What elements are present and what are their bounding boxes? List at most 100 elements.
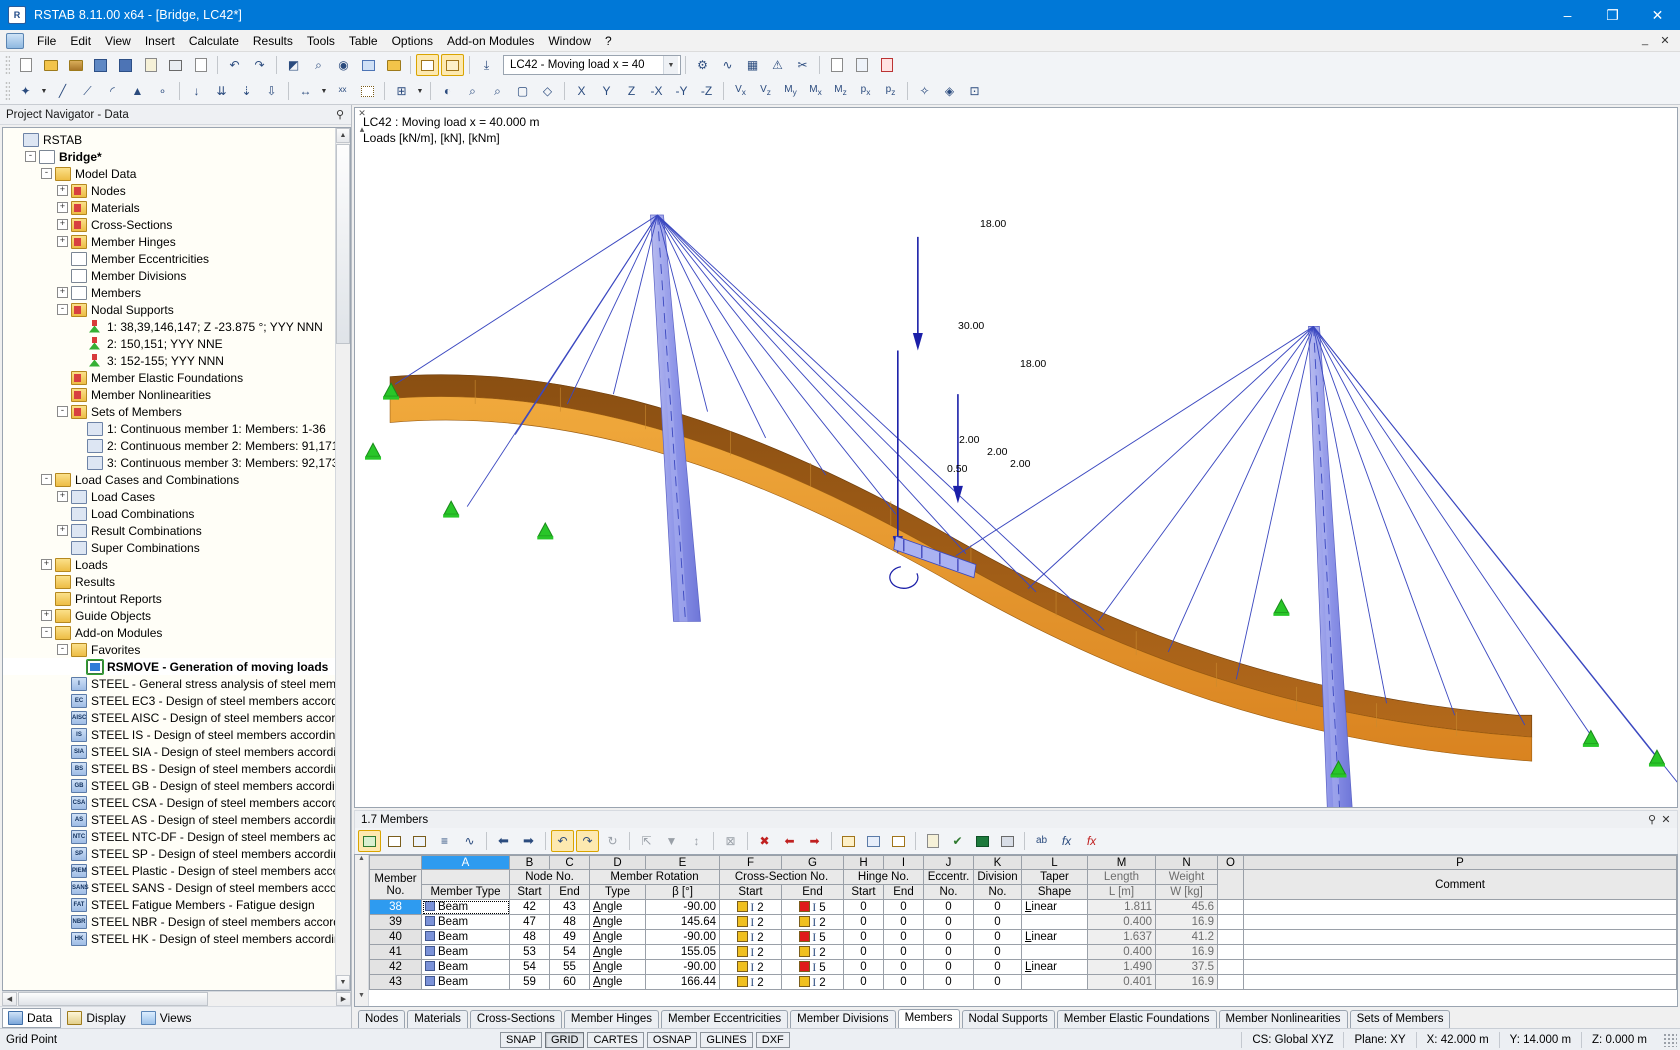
axis-y-icon[interactable]: Y: [595, 80, 618, 102]
tree-item-steel-sp-design-of-steel-members-accordi[interactable]: SP STEEL SP - Design of steel members acc…: [3, 845, 350, 862]
tree-item-steel-nbr-design-of-steel-members-accord[interactable]: NBR STEEL NBR - Design of steel members a…: [3, 913, 350, 930]
tree-item-steel-ntc-df-design-of-steel-members-acc[interactable]: NTC STEEL NTC-DF - Design of steel member…: [3, 828, 350, 845]
rotate-view-icon[interactable]: ◉: [332, 54, 355, 76]
member-hinge-icon[interactable]: ∘: [151, 80, 174, 102]
table-tab-member-eccentricities[interactable]: Member Eccentricities: [661, 1010, 789, 1028]
tree-item-steel-aisc-design-of-steel-members-accor[interactable]: AISC STEEL AISC - Design of steel members…: [3, 709, 350, 726]
calculator-icon[interactable]: [996, 830, 1019, 852]
cell-member-no[interactable]: 39: [369, 914, 422, 930]
menu-item-tools[interactable]: Tools: [300, 31, 342, 51]
col-letter-d[interactable]: D: [589, 855, 646, 870]
tree-item-member-elastic-foundations[interactable]: Member Elastic Foundations: [3, 369, 350, 386]
grid-vertical-scrollbar[interactable]: ▲ ▼: [355, 855, 369, 1006]
table-tab-member-divisions[interactable]: Member Divisions: [790, 1010, 896, 1028]
show-grid-table-icon[interactable]: [441, 54, 464, 76]
load-case-combo[interactable]: LC42 - Moving load x = 40 ▼: [503, 55, 681, 75]
cell-cs-start[interactable]: I2: [719, 974, 782, 990]
cell-comment[interactable]: [1243, 974, 1677, 990]
expand-icon[interactable]: +: [57, 525, 68, 536]
cell-blank-o[interactable]: [1217, 929, 1244, 945]
cell-eccentricity-no[interactable]: 0: [923, 944, 974, 960]
collapse-icon[interactable]: -: [57, 406, 68, 417]
tree-item-member-nonlinearities[interactable]: Member Nonlinearities: [3, 386, 350, 403]
tree-item-loads[interactable]: + Loads: [3, 556, 350, 573]
printout-icon[interactable]: [850, 54, 873, 76]
surface-load-icon[interactable]: ⇣: [235, 80, 258, 102]
cell-cs-end[interactable]: I5: [781, 929, 844, 945]
tree-item-1-38-39-146-147-z-23-875-yyy-nnn[interactable]: 1: 38,39,146,147; Z -23.875 °; YYY NNN: [3, 318, 350, 335]
results-settings-icon[interactable]: ⚙: [691, 54, 714, 76]
tree-item-member-hinges[interactable]: + Member Hinges: [3, 233, 350, 250]
show-tables-icon[interactable]: [416, 54, 439, 76]
expand-icon[interactable]: +: [57, 491, 68, 502]
menu-item-table[interactable]: Table: [342, 31, 385, 51]
cell-eccentricity-no[interactable]: 0: [923, 914, 974, 930]
cell-member-type[interactable]: Beam: [421, 914, 510, 930]
member-line-icon[interactable]: ╱: [51, 80, 74, 102]
cell-node-start[interactable]: 53: [509, 944, 550, 960]
chevron-down-icon[interactable]: ▼: [318, 80, 330, 102]
dimension-icon[interactable]: ↔: [294, 80, 317, 102]
cell-hinge-start[interactable]: 0: [843, 944, 884, 960]
nodal-support-icon[interactable]: ▲: [126, 80, 149, 102]
table-tab-members[interactable]: Members: [897, 1009, 960, 1028]
zoom-select-icon[interactable]: ⌕: [307, 54, 330, 76]
import-model-icon[interactable]: [89, 54, 112, 76]
mdi-minimize-button[interactable]: _: [1636, 34, 1654, 47]
tree-item-steel-fatigue-members-fatigue-design[interactable]: FAT STEEL Fatigue Members - Fatigue desig…: [3, 896, 350, 913]
cell-rotation-beta[interactable]: -90.00: [645, 959, 720, 975]
cell-member-no[interactable]: 43: [369, 974, 422, 990]
cell-eccentricity-no[interactable]: 0: [923, 929, 974, 945]
navigator-horizontal-scrollbar[interactable]: ◀ ▶: [2, 991, 351, 1006]
results-vx-icon[interactable]: Vx: [729, 80, 752, 102]
new-document-icon[interactable]: [14, 54, 37, 76]
expand-icon[interactable]: +: [57, 202, 68, 213]
expand-icon[interactable]: +: [57, 185, 68, 196]
axis-z-icon[interactable]: Z: [620, 80, 643, 102]
cell-length[interactable]: 0.400: [1087, 944, 1156, 960]
load-case-new-icon[interactable]: ⤓: [475, 54, 498, 76]
axis-x-icon[interactable]: X: [570, 80, 593, 102]
edit-table-icon[interactable]: [358, 830, 381, 852]
redo-icon[interactable]: ↷: [248, 54, 271, 76]
cell-cs-start[interactable]: I2: [719, 929, 782, 945]
col-letter-g[interactable]: G: [781, 855, 844, 870]
menu-item-view[interactable]: View: [98, 31, 138, 51]
cell-taper-shape[interactable]: [1021, 914, 1088, 930]
sort-icon[interactable]: ↕: [685, 830, 708, 852]
tree-item-steel-gb-design-of-steel-members-accordi[interactable]: GB STEEL GB - Design of steel members acc…: [3, 777, 350, 794]
tree-item-nodal-supports[interactable]: - Nodal Supports: [3, 301, 350, 318]
cell-division-no[interactable]: 0: [973, 959, 1022, 975]
tree-item-load-cases[interactable]: + Load Cases: [3, 488, 350, 505]
tree-item-steel-is-design-of-steel-members-accordi[interactable]: IS STEEL IS - Design of steel members acc…: [3, 726, 350, 743]
menu-item-edit[interactable]: Edit: [63, 31, 98, 51]
col-letter-f[interactable]: F: [719, 855, 782, 870]
tree-item-2-continuous-member-2-members-91-171-172[interactable]: 2: Continuous member 2: Members: 91,171,…: [3, 437, 350, 454]
cell-hinge-end[interactable]: 0: [883, 944, 924, 960]
cell-taper-shape[interactable]: [1021, 944, 1088, 960]
cell-comment[interactable]: [1243, 929, 1677, 945]
cell-member-type[interactable]: Beam: [421, 959, 510, 975]
cell-rotation-type[interactable]: Angle: [589, 959, 646, 975]
tree-item-steel-ec3-design-of-steel-members-accord[interactable]: EC STEEL EC3 - Design of steel members ac…: [3, 692, 350, 709]
tree-item-add-on-modules[interactable]: - Add-on Modules: [3, 624, 350, 641]
tree-item-3-continuous-member-3-members-92-173-174[interactable]: 3: Continuous member 3: Members: 92,173,…: [3, 454, 350, 471]
cell-length[interactable]: 1.490: [1087, 959, 1156, 975]
tree-item-favorites[interactable]: - Favorites: [3, 641, 350, 658]
cell-division-no[interactable]: 0: [973, 944, 1022, 960]
collapse-icon[interactable]: -: [41, 168, 52, 179]
render-model-icon[interactable]: ◩: [282, 54, 305, 76]
cut-view-icon[interactable]: ✂: [791, 54, 814, 76]
menu-item-addon-modules[interactable]: Add-on Modules: [440, 31, 541, 51]
expand-icon[interactable]: +: [57, 236, 68, 247]
col-letter-j[interactable]: J: [923, 855, 974, 870]
collapse-icon[interactable]: -: [41, 474, 52, 485]
table-tab-cross-sections[interactable]: Cross-Sections: [469, 1010, 562, 1028]
table-tab-member-elastic-foundations[interactable]: Member Elastic Foundations: [1056, 1010, 1217, 1028]
chevron-down-icon[interactable]: ▼: [414, 80, 426, 102]
col-letter-o[interactable]: O: [1217, 855, 1244, 870]
col-letter-c[interactable]: C: [549, 855, 590, 870]
model-viewport[interactable]: ✕ ▴ LC42 : Moving load x = 40.000 m Load…: [354, 107, 1678, 808]
scroll-right-button[interactable]: ▶: [336, 992, 351, 1006]
results-vz-icon[interactable]: Vz: [754, 80, 777, 102]
